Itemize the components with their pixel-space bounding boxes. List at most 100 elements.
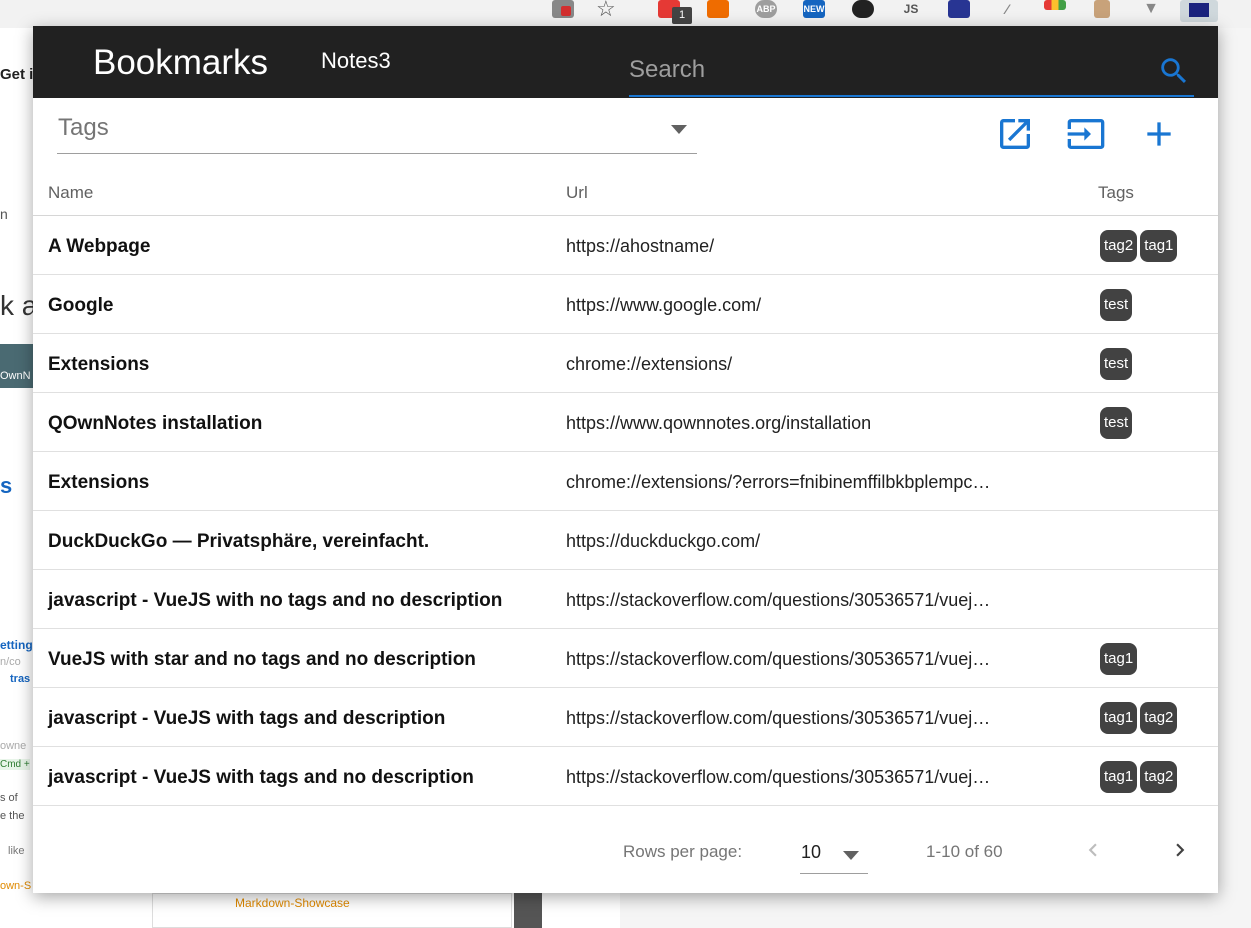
- bookmark-name[interactable]: Extensions: [48, 354, 149, 376]
- cloud-extension-icon[interactable]: [948, 0, 970, 18]
- orange-squares-extension-icon[interactable]: [707, 0, 729, 18]
- table-row[interactable]: javascript - VueJS with tags and descrip…: [33, 688, 1218, 747]
- table-row[interactable]: VueJS with star and no tags and no descr…: [33, 629, 1218, 688]
- background-text: Cmd +: [0, 759, 30, 770]
- table-row[interactable]: QOwnNotes installation https://www.qownno…: [33, 393, 1218, 452]
- bookmark-tags: tag1 tag2: [1100, 702, 1180, 734]
- chevron-right-icon: [1176, 843, 1185, 857]
- tag-chip[interactable]: test: [1100, 407, 1133, 439]
- search-input[interactable]: [629, 54, 1149, 86]
- gear-js-extension-icon[interactable]: JS: [900, 0, 922, 18]
- bookmark-url[interactable]: https://stackoverflow.com/questions/3053…: [566, 708, 1028, 729]
- flag-extension-icon[interactable]: [1180, 0, 1218, 22]
- column-header-tags[interactable]: Tags: [1098, 183, 1134, 203]
- table-row[interactable]: A Webpage https://ahostname/tag2 tag1: [33, 216, 1218, 275]
- bookmark-url[interactable]: https://stackoverflow.com/questions/3053…: [566, 649, 1028, 670]
- tag-chip[interactable]: tag2: [1140, 702, 1178, 734]
- paw-extension-icon[interactable]: [852, 0, 874, 18]
- import-icon: [1067, 119, 1105, 149]
- magic-wand-extension-icon[interactable]: ⁄: [996, 0, 1018, 18]
- star-bookmark-icon[interactable]: ☆: [596, 0, 616, 22]
- tag-chip[interactable]: test: [1100, 348, 1133, 380]
- background-card: Markdown-Showcase: [152, 893, 512, 928]
- notes-folder-name: Notes3: [321, 48, 391, 73]
- background-text: Get i: [0, 66, 34, 83]
- tag-chip[interactable]: tag1: [1100, 761, 1138, 793]
- import-button[interactable]: [1066, 114, 1106, 154]
- bookmark-url[interactable]: chrome://extensions/: [566, 354, 1028, 375]
- cursor-extension-icon[interactable]: [1094, 0, 1110, 18]
- bookmarks-popup: Bookmarks Notes3 Tags Name Url Tags A We…: [33, 26, 1218, 893]
- add-bookmark-button[interactable]: [1139, 114, 1179, 154]
- chevron-left-icon: [1088, 843, 1097, 857]
- tag-chip[interactable]: tag2: [1140, 761, 1178, 793]
- tag-chip[interactable]: tag1: [1100, 643, 1138, 675]
- bookmark-name[interactable]: VueJS with star and no tags and no descr…: [48, 649, 476, 671]
- chevron-down-icon: [671, 125, 687, 134]
- bookmark-tags: test: [1100, 289, 1135, 321]
- bookmark-tags: tag2 tag1: [1100, 230, 1180, 262]
- table-row[interactable]: javascript - VueJS with tags and no desc…: [33, 747, 1218, 806]
- previous-page-button[interactable]: [1080, 834, 1106, 866]
- blocked-shield-extension-icon[interactable]: [552, 0, 574, 18]
- add-icon: [1147, 122, 1171, 146]
- bookmark-name[interactable]: A Webpage: [48, 236, 150, 258]
- table-body: A Webpage https://ahostname/tag2 tag1 Googl…: [33, 216, 1218, 806]
- tag-chip[interactable]: test: [1100, 289, 1133, 321]
- background-text: s: [0, 473, 13, 498]
- bookmark-tags: test: [1100, 348, 1135, 380]
- background-card-title: Markdown-Showcase: [235, 896, 350, 910]
- bookmark-tags: tag1 tag2: [1100, 761, 1180, 793]
- table-row[interactable]: Extensions chrome://extensions/?errors=fn…: [33, 452, 1218, 511]
- bookmarks-table: Name Url Tags A Webpage https://ahostname…: [33, 164, 1218, 806]
- bookmark-url[interactable]: https://ahostname/: [566, 236, 1028, 257]
- background-text: n: [0, 206, 8, 222]
- color-dots-extension-icon[interactable]: [1044, 0, 1066, 10]
- app-toolbar: Bookmarks Notes3: [33, 26, 1218, 98]
- bookmark-name[interactable]: Google: [48, 295, 113, 317]
- search-icon[interactable]: [1157, 54, 1191, 88]
- background-text: like: [8, 845, 25, 857]
- table-row[interactable]: Google https://www.google.com/test: [33, 275, 1218, 334]
- table-row[interactable]: Extensions chrome://extensions/test: [33, 334, 1218, 393]
- next-page-button[interactable]: [1167, 834, 1193, 866]
- column-header-url[interactable]: Url: [566, 183, 588, 203]
- bookmark-name[interactable]: QOwnNotes installation: [48, 413, 262, 435]
- table-row[interactable]: javascript - VueJS with no tags and no d…: [33, 570, 1218, 629]
- bookmark-url[interactable]: https://duckduckgo.com/: [566, 531, 1028, 552]
- bookmark-name[interactable]: DuckDuckGo — Privatsphäre, vereinfacht.: [48, 531, 429, 553]
- funnel-extension-icon[interactable]: ▼: [1140, 0, 1162, 18]
- background-scrollbar: [514, 893, 542, 928]
- news-extension-icon[interactable]: NEW: [803, 0, 825, 18]
- bookmark-url[interactable]: https://www.qownnotes.org/installation: [566, 413, 1028, 434]
- background-text: n/co: [0, 656, 21, 668]
- tag-chip[interactable]: tag1: [1100, 702, 1138, 734]
- bookmark-name[interactable]: javascript - VueJS with tags and descrip…: [48, 708, 445, 730]
- table-row[interactable]: DuckDuckGo — Privatsphäre, vereinfacht. h…: [33, 511, 1218, 570]
- tags-filter-label: Tags: [58, 114, 109, 141]
- background-text: e the: [0, 810, 25, 822]
- column-header-name[interactable]: Name: [48, 183, 93, 203]
- bookmark-url[interactable]: chrome://extensions/?errors=fnibinemffil…: [566, 472, 1028, 493]
- tags-filter-select[interactable]: Tags: [57, 108, 697, 154]
- bookmark-name[interactable]: javascript - VueJS with tags and no desc…: [48, 767, 474, 789]
- tag-chip[interactable]: tag1: [1140, 230, 1178, 262]
- bookmark-name[interactable]: Extensions: [48, 472, 149, 494]
- background-text: tras: [10, 673, 31, 685]
- rows-per-page-select[interactable]: 10: [800, 832, 868, 874]
- rows-per-page-value: 10: [801, 842, 822, 862]
- bookmark-name[interactable]: javascript - VueJS with no tags and no d…: [48, 590, 502, 612]
- bookmark-url[interactable]: https://stackoverflow.com/questions/3053…: [566, 767, 1028, 788]
- tag-chip[interactable]: tag2: [1100, 230, 1138, 262]
- bookmark-url[interactable]: https://stackoverflow.com/questions/3053…: [566, 590, 1028, 611]
- background-text: own-S: [0, 880, 32, 892]
- background-text: etting: [0, 638, 33, 652]
- chevron-down-icon: [843, 851, 859, 860]
- app-title: Bookmarks: [93, 43, 269, 82]
- adblock-extension-icon[interactable]: ABP: [755, 0, 777, 18]
- background-text: owne: [0, 740, 27, 752]
- bookmark-url[interactable]: https://www.google.com/: [566, 295, 1028, 316]
- background-page-left: Get i n k a OwnN s etting n/co tras owne…: [0, 28, 34, 928]
- open-all-button[interactable]: [995, 114, 1035, 154]
- table-header: Name Url Tags: [33, 164, 1218, 216]
